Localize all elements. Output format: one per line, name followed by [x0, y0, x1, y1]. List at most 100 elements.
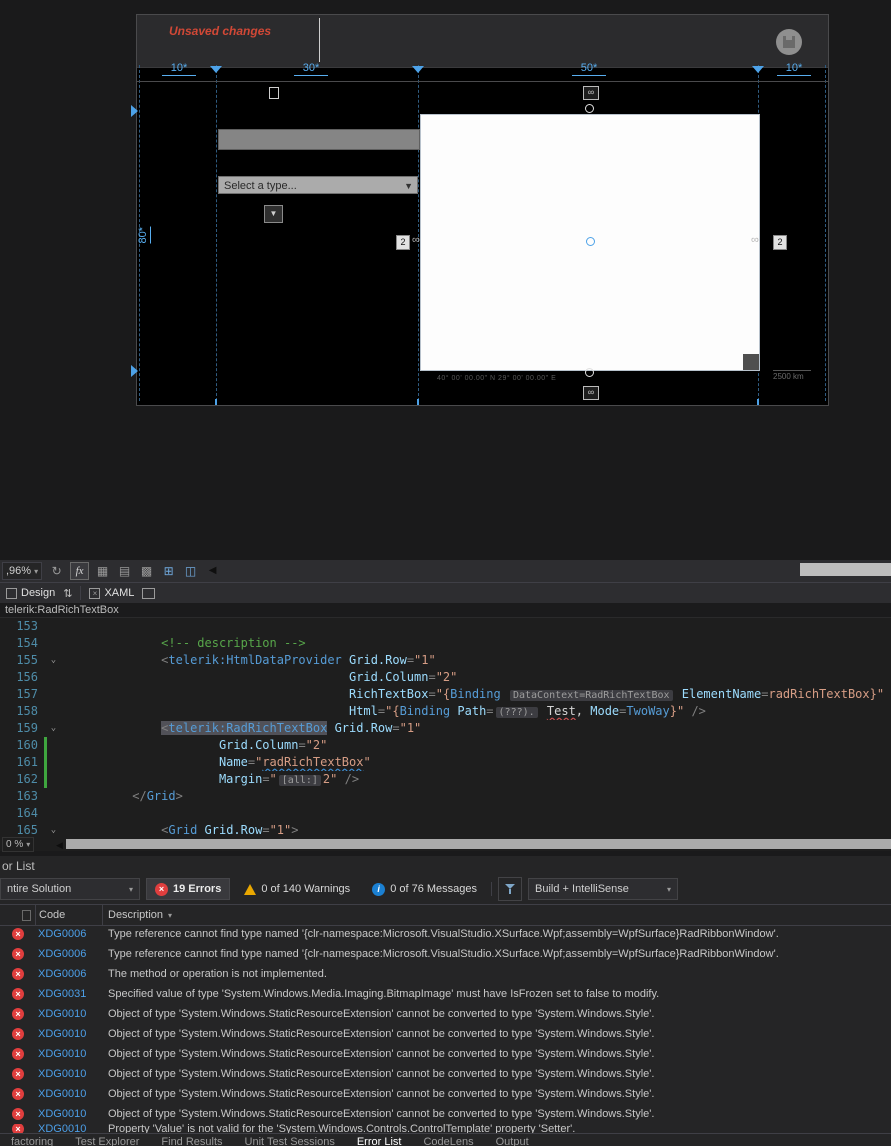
designer-zoom-dropdown[interactable]: ,96% ▾	[2, 562, 43, 580]
fold-chevron-icon[interactable]: ⌄	[47, 720, 60, 737]
tool-tab-factoring[interactable]: factoring	[0, 1134, 64, 1146]
error-row[interactable]: × XDG0010 Object of type 'System.Windows.S…	[0, 1104, 891, 1124]
provider-dropdown[interactable]: Build + IntelliSense ▾	[528, 878, 679, 900]
error-row[interactable]: × XDG0010 Object of type 'System.Windows.S…	[0, 1004, 891, 1024]
error-code[interactable]: XDG0010	[36, 1008, 104, 1020]
tool-tab-codelens[interactable]: CodeLens	[412, 1134, 484, 1146]
messages-filter-button[interactable]: i 0 of 76 Messages	[364, 878, 485, 900]
fold-chevron-icon[interactable]: ⌄	[47, 652, 60, 669]
code-line[interactable]: 163 </Grid>	[0, 788, 891, 805]
scope-dropdown[interactable]: ntire Solution ▾	[0, 878, 140, 900]
top-anchor-icon[interactable]: ∞	[583, 86, 599, 100]
error-row[interactable]: × XDG0031 Specified value of type 'System.…	[0, 984, 891, 1004]
grid-column-marker[interactable]: 30*	[294, 62, 328, 76]
error-code[interactable]: XDG0031	[36, 988, 104, 1000]
error-code[interactable]: XDG0006	[36, 968, 104, 980]
filter-button[interactable]	[498, 877, 523, 901]
tool-tab-find-results[interactable]: Find Results	[150, 1134, 233, 1146]
code-line[interactable]: 154 <!-- description -->	[0, 635, 891, 652]
row-handle[interactable]	[131, 365, 138, 377]
tool-tab-unit-test-sessions[interactable]: Unit Test Sessions	[234, 1134, 346, 1146]
code-line[interactable]: 164	[0, 805, 891, 822]
description-column-header[interactable]: Description ▾	[103, 909, 891, 921]
snaplines-icon[interactable]: ⊞	[160, 563, 177, 579]
bottom-anchor-icon[interactable]: ∞	[583, 386, 599, 400]
swap-panes-icon[interactable]: ⇅	[63, 587, 72, 600]
error-row[interactable]: × XDG0010 Object of type 'System.Windows.S…	[0, 1024, 891, 1044]
code-line[interactable]: 165 ⌄ <Grid Grid.Row="1">	[0, 822, 891, 836]
code-line[interactable]: 161 Name="radRichTextBox"	[0, 754, 891, 771]
errors-filter-button[interactable]: × 19 Errors	[146, 878, 231, 900]
error-row[interactable]: × XDG0006 Type reference cannot find type …	[0, 944, 891, 964]
warnings-filter-button[interactable]: 0 of 140 Warnings	[236, 878, 358, 900]
code-line[interactable]: 157 RichTextBox="{Binding DataContext=Ra…	[0, 686, 891, 703]
error-code[interactable]: XDG0006	[36, 928, 104, 940]
grid-column-marker[interactable]: 50*	[572, 62, 606, 76]
gridlines-icon[interactable]: ▤	[116, 563, 133, 579]
top-handle[interactable]	[585, 104, 594, 113]
snap-grid-icon[interactable]: ▦	[94, 563, 111, 579]
error-code[interactable]: XDG0010	[36, 1068, 104, 1080]
error-row[interactable]: × XDG0010 Object of type 'System.Windows.S…	[0, 1064, 891, 1084]
tab-design[interactable]: Design	[6, 587, 55, 599]
center-handle[interactable]	[586, 237, 595, 246]
chevron-down-icon: ▾	[667, 884, 672, 894]
code-column-header[interactable]: Code	[36, 905, 103, 925]
right-anchor-chain-icon[interactable]: ∞	[751, 234, 759, 246]
code-text: Name="radRichTextBox"	[218, 755, 371, 769]
severity-column-header[interactable]	[0, 905, 36, 925]
margin-left-badge[interactable]: 2	[396, 235, 410, 250]
artboard-background-icon[interactable]: ▩	[138, 563, 155, 579]
split-orientation-icon[interactable]	[142, 587, 156, 599]
code-line[interactable]: 162 Margin=" [all:] 2" />	[0, 771, 891, 788]
editor-horizontal-scrollbar[interactable]	[66, 839, 891, 849]
error-code[interactable]: XDG0006	[36, 948, 104, 960]
error-code[interactable]: XDG0010	[36, 1108, 104, 1120]
code-line[interactable]: 159 ⌄ <telerik:RadRichTextBox Grid.Row="1…	[0, 720, 891, 737]
code-line[interactable]: 158 Html="{Binding Path= (???). Test, Mod…	[0, 703, 891, 720]
error-row[interactable]: × XDG0006 The method or operation is not i…	[0, 964, 891, 984]
margin-right-badge[interactable]: 2	[773, 235, 787, 250]
design-drop-button[interactable]: ▼	[264, 205, 283, 223]
column-handle[interactable]	[412, 66, 424, 73]
code-line[interactable]: 153	[0, 618, 891, 635]
designer-horizontal-scrollbar[interactable]	[800, 563, 891, 576]
annotations-icon[interactable]: ◫	[182, 563, 199, 579]
bottom-handle[interactable]	[585, 368, 594, 377]
column-handle[interactable]	[210, 66, 222, 73]
left-anchor-chain-icon[interactable]: ∞	[412, 234, 420, 246]
grid-column-marker[interactable]: 10*	[777, 62, 811, 76]
tool-tab-error-list[interactable]: Error List	[346, 1134, 413, 1146]
refresh-icon[interactable]: ↻	[48, 563, 65, 579]
row-handle[interactable]	[131, 105, 138, 117]
tool-tab-output[interactable]: Output	[485, 1134, 540, 1146]
fold-gutter	[47, 754, 60, 771]
line-number: 160	[16, 738, 38, 752]
grid-row-marker[interactable]: 80*	[137, 227, 151, 244]
column-handle[interactable]	[752, 66, 764, 73]
design-combobox[interactable]: Select a type... ▼	[218, 176, 418, 194]
tool-tab-test-explorer[interactable]: Test Explorer	[64, 1134, 150, 1146]
design-artboard[interactable]: Unsaved changes 10* 30* 50* 10* 80* Sele…	[131, 14, 829, 406]
error-code[interactable]: XDG0010	[36, 1088, 104, 1100]
fold-chevron-icon[interactable]: ⌄	[47, 822, 60, 836]
effects-fx-button[interactable]: fx	[70, 562, 90, 580]
resize-grip[interactable]	[743, 354, 759, 370]
xaml-code-editor[interactable]: 153 154 <!-- description --> 155 ⌄ <telerik…	[0, 618, 891, 836]
error-row[interactable]: × XDG0010 Object of type 'System.Windows.S…	[0, 1084, 891, 1104]
error-row[interactable]: × XDG0010 Object of type 'System.Windows.S…	[0, 1044, 891, 1064]
code-line[interactable]: 155 ⌄ <telerik:HtmlDataProvider Grid.Row=…	[0, 652, 891, 669]
save-icon[interactable]	[776, 29, 802, 55]
tab-xaml[interactable]: × XAML	[89, 587, 134, 599]
document-outline-breadcrumb[interactable]: telerik:RadRichTextBox	[0, 603, 891, 618]
collapse-arrow-icon[interactable]: ◀	[204, 563, 221, 579]
scroll-left-icon[interactable]: ◀	[56, 840, 63, 851]
code-line[interactable]: 160 Grid.Column="2"	[0, 737, 891, 754]
error-code[interactable]: XDG0010	[36, 1028, 104, 1040]
grid-column-marker[interactable]: 10*	[162, 62, 196, 76]
design-textbox[interactable]	[218, 129, 420, 150]
editor-zoom-dropdown[interactable]: 0 % ▾	[2, 837, 35, 852]
code-line[interactable]: 156 Grid.Column="2"	[0, 669, 891, 686]
error-row[interactable]: × XDG0006 Type reference cannot find type …	[0, 924, 891, 944]
error-code[interactable]: XDG0010	[36, 1048, 104, 1060]
